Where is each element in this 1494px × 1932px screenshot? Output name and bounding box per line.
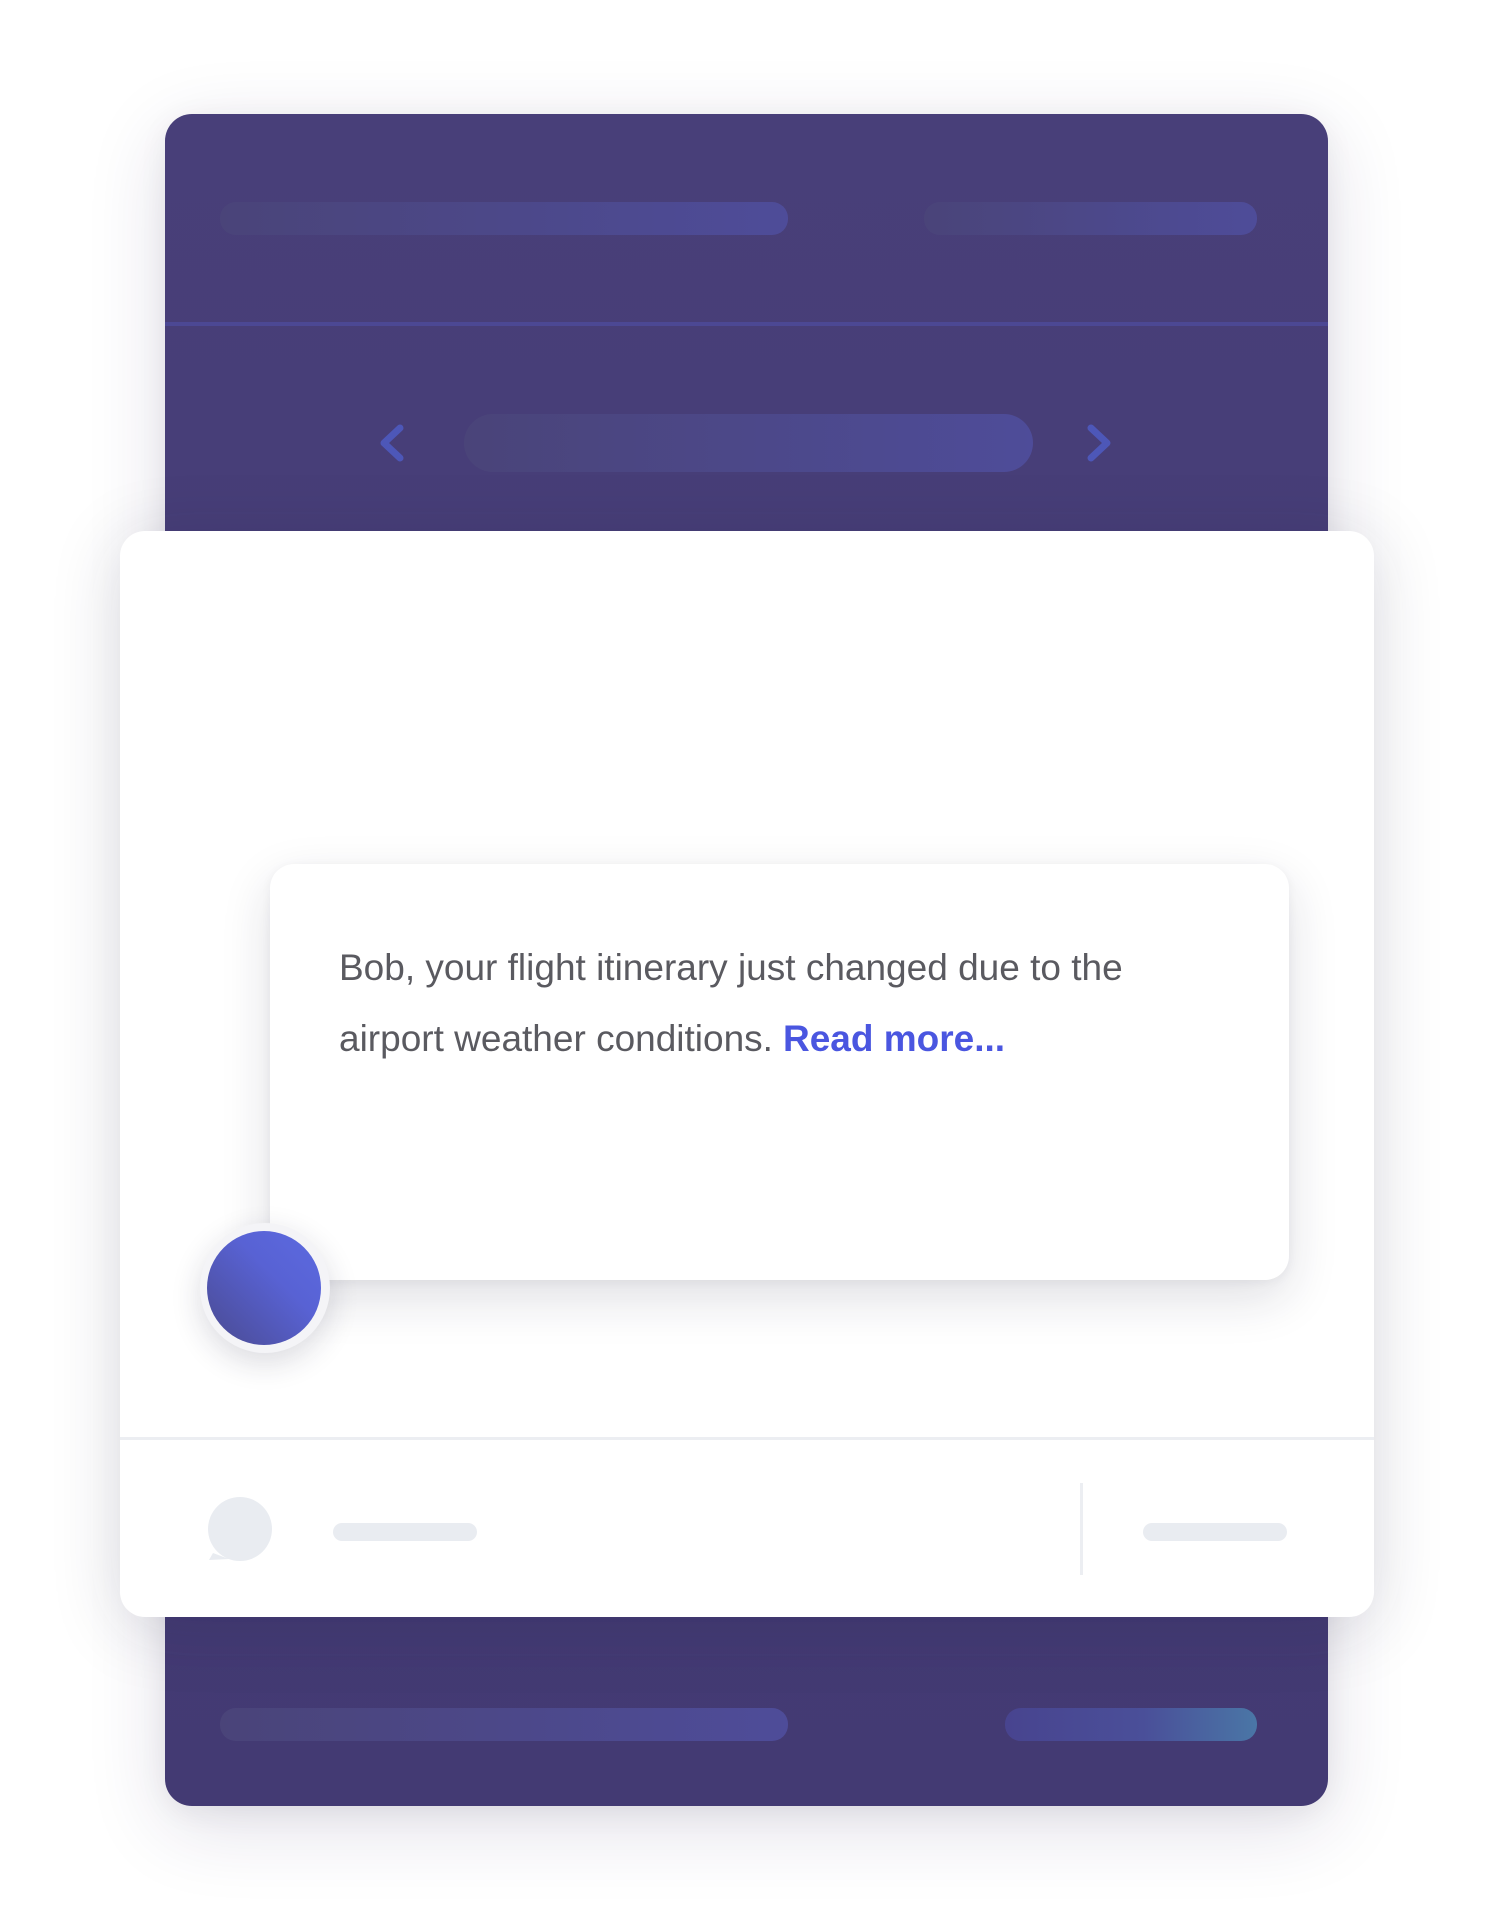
header-divider — [165, 322, 1328, 326]
footer-placeholder-bar-left — [220, 1708, 788, 1741]
comment-count-placeholder — [333, 1523, 477, 1541]
notification-card: Bob, your flight itinerary just changed … — [120, 531, 1374, 1617]
chevron-left-icon[interactable] — [370, 421, 414, 465]
card-footer-divider — [120, 1437, 1374, 1440]
message-text: Bob, your flight itinerary just changed … — [339, 947, 1123, 1059]
action-placeholder — [1143, 1523, 1287, 1541]
footer-placeholder-bar-right — [1005, 1708, 1257, 1741]
date-selector-placeholder — [464, 414, 1033, 472]
header-placeholder-bar-left — [220, 202, 788, 235]
header-placeholder-bar-right — [924, 202, 1257, 235]
chevron-right-icon[interactable] — [1077, 421, 1121, 465]
read-more-link[interactable]: Read more... — [783, 1018, 1005, 1059]
message-body: Bob, your flight itinerary just changed … — [339, 932, 1229, 1074]
footer-vertical-divider — [1080, 1483, 1083, 1575]
comment-bubble-icon[interactable] — [207, 1497, 273, 1563]
avatar[interactable] — [207, 1231, 321, 1345]
message-bubble: Bob, your flight itinerary just changed … — [270, 864, 1289, 1280]
